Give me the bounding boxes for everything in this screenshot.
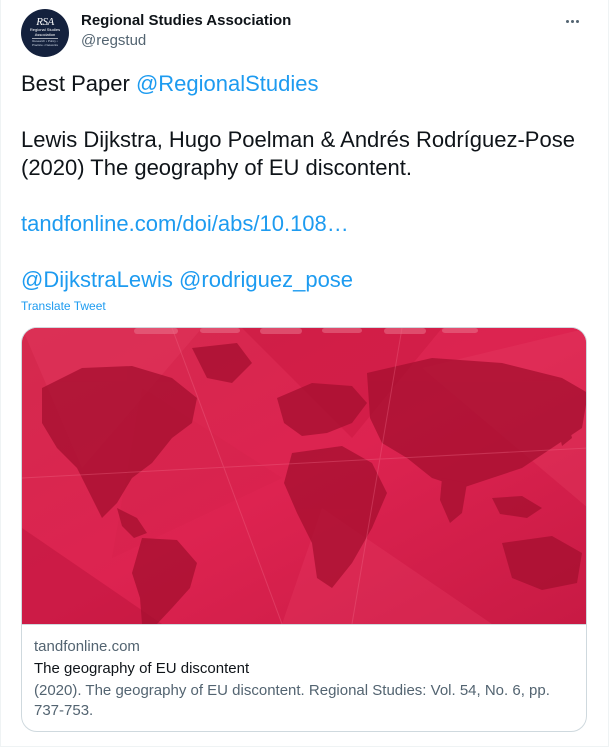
translate-tweet-link[interactable]: Translate Tweet <box>21 299 106 313</box>
more-horizontal-icon-dot <box>570 19 574 23</box>
more-horizontal-icon <box>565 19 569 23</box>
card-title: The geography of EU discontent <box>34 660 250 677</box>
avatar-divider <box>32 38 58 39</box>
card-domain: tandfonline.com <box>34 638 140 655</box>
avatar-subtitle: Regional Studies Association <box>29 27 61 37</box>
tweet-line-2: Lewis Dijkstra, Hugo Poelman & Andrés Ro… <box>21 127 582 180</box>
more-horizontal-icon-dot <box>575 19 579 23</box>
tweet-header: RSA Regional Studies Association Researc… <box>21 9 588 57</box>
mention-dijkstralewis[interactable]: @DijkstraLewis <box>21 267 173 292</box>
more-options-button[interactable] <box>560 11 584 31</box>
link-preview-card[interactable]: tandfonline.com The geography of EU disc… <box>21 327 587 732</box>
article-link[interactable]: tandfonline.com/doi/abs/10.108… <box>21 211 349 236</box>
world-map-image <box>22 328 586 624</box>
mention-regionalstudies[interactable]: @RegionalStudies <box>136 71 319 96</box>
display-name[interactable]: Regional Studies Association <box>81 11 291 31</box>
author-names: Regional Studies Association @regstud <box>81 11 291 51</box>
tweet-text: Best Paper @RegionalStudies Lewis Dijkst… <box>21 70 588 294</box>
card-image[interactable] <box>22 328 586 624</box>
user-handle[interactable]: @regstud <box>81 31 291 51</box>
avatar-tagline: Research • Policy • Practice • Networks <box>31 39 59 47</box>
tweet: RSA Regional Studies Association Researc… <box>0 0 609 747</box>
mention-rodriguez-pose[interactable]: @rodriguez_pose <box>179 267 353 292</box>
tweet-text-prefix: Best Paper <box>21 71 136 96</box>
avatar[interactable]: RSA Regional Studies Association Researc… <box>21 9 69 57</box>
tweet-line-1: Best Paper @RegionalStudies <box>21 70 588 98</box>
tweet-line-4: @DijkstraLewis @rodriguez_pose <box>21 266 588 294</box>
card-meta: tandfonline.com The geography of EU disc… <box>22 624 586 731</box>
card-description: (2020). The geography of EU discontent. … <box>34 682 550 719</box>
tweet-line-3: tandfonline.com/doi/abs/10.108… <box>21 210 588 238</box>
